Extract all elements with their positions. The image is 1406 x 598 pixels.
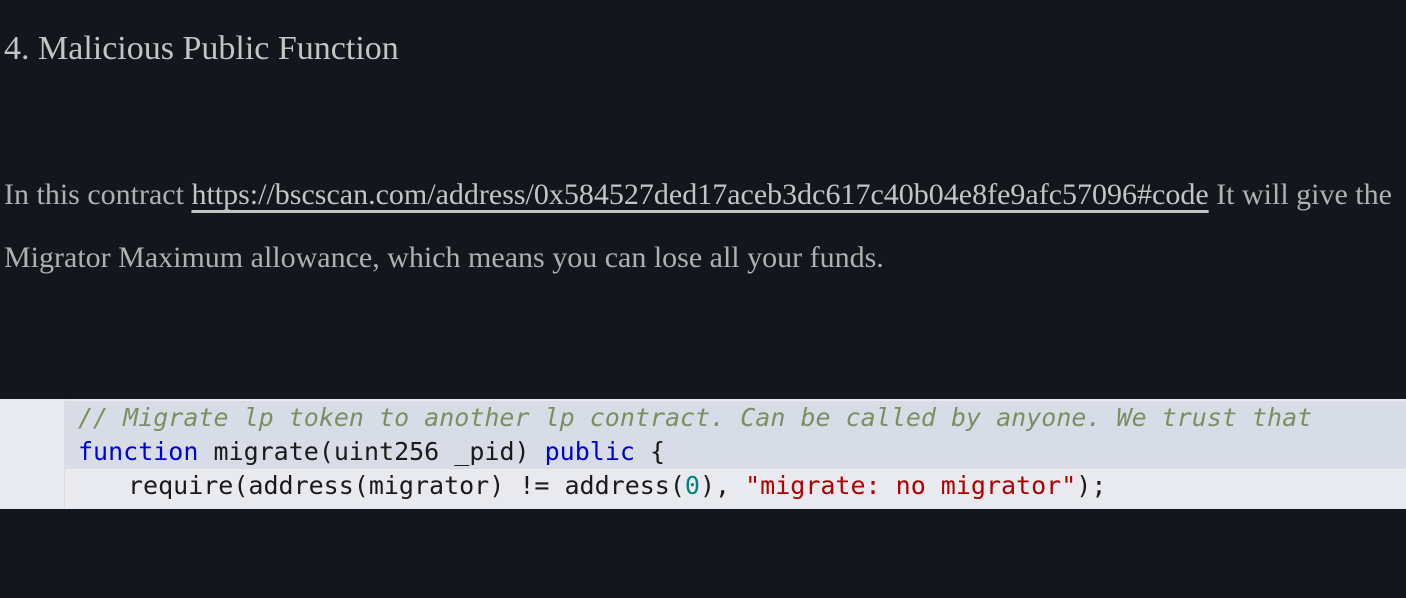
code-line-2: function migrate(uint256 _pid) public {	[0, 435, 1406, 469]
code-mid: ),	[700, 471, 745, 500]
code-keyword-public: public	[545, 437, 635, 466]
article-section: 4. Malicious Public Function In this con…	[0, 0, 1406, 289]
section-paragraph: In this contract https://bscscan.com/add…	[4, 163, 1402, 289]
code-require-prefix: require(address(migrator) != address(	[128, 471, 685, 500]
section-heading: 4. Malicious Public Function	[4, 30, 1402, 68]
code-comment: // Migrate lp token to another lp contra…	[78, 403, 1312, 432]
paragraph-intro: In this contract	[4, 178, 191, 211]
contract-link[interactable]: https://bscscan.com/address/0x584527ded1…	[191, 178, 1208, 211]
code-number-zero: 0	[685, 471, 700, 500]
code-gutter	[0, 399, 65, 509]
code-string: "migrate: no migrator"	[745, 471, 1076, 500]
code-snippet: // Migrate lp token to another lp contra…	[0, 399, 1406, 509]
code-line-end: );	[1076, 471, 1106, 500]
code-func-signature: migrate(uint256 _pid)	[213, 437, 544, 466]
code-line-1: // Migrate lp token to another lp contra…	[0, 401, 1406, 435]
code-line-3: require(address(migrator) != address(0),…	[0, 469, 1406, 503]
code-keyword-function: function	[78, 437, 213, 466]
code-brace: {	[635, 437, 665, 466]
